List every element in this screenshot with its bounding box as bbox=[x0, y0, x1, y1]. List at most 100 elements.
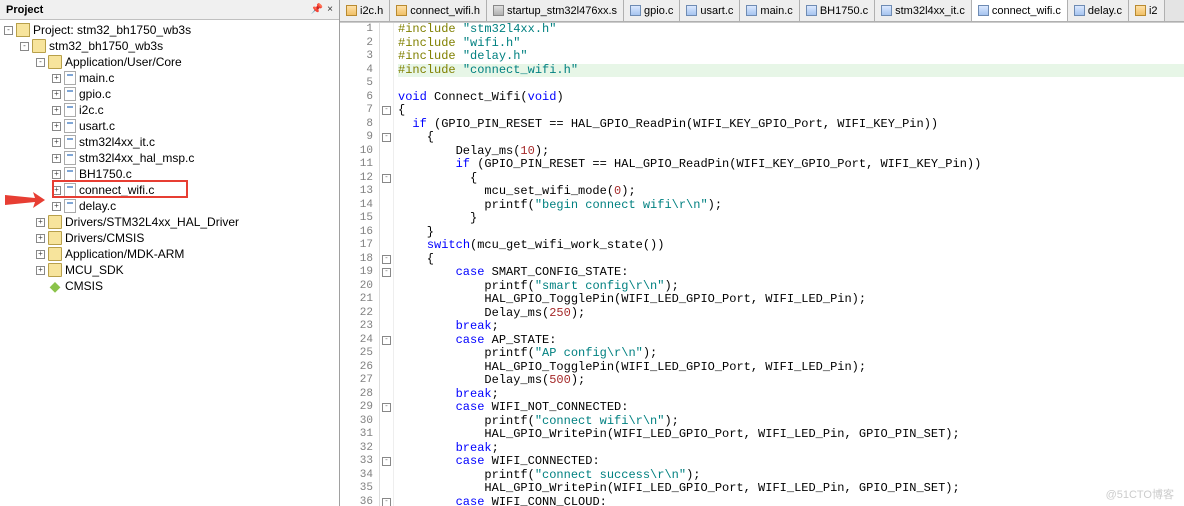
code-line[interactable]: case AP_STATE: bbox=[398, 334, 1184, 348]
tab-gpio-c[interactable]: gpio.c bbox=[624, 0, 680, 21]
code-line[interactable]: case WIFI_CONN_CLOUD: bbox=[398, 496, 1184, 506]
code-line[interactable]: case WIFI_NOT_CONNECTED: bbox=[398, 401, 1184, 415]
expand-icon[interactable]: + bbox=[52, 138, 61, 147]
fold-open-icon[interactable]: - bbox=[382, 403, 391, 412]
code-line[interactable]: case SMART_CONFIG_STATE: bbox=[398, 266, 1184, 280]
fold-column[interactable]: - - - - - - - - - bbox=[380, 23, 394, 506]
tab-bh1750-c[interactable]: BH1750.c bbox=[800, 0, 875, 21]
close-icon[interactable]: × bbox=[327, 4, 333, 15]
expand-icon[interactable]: + bbox=[52, 186, 61, 195]
fold-open-icon[interactable]: - bbox=[382, 498, 391, 506]
code-line[interactable]: #include "connect_wifi.h" bbox=[398, 64, 1184, 78]
tree-item-stm32_bh1750_wb3s[interactable]: -stm32_bh1750_wb3s bbox=[0, 38, 339, 54]
code-line[interactable]: HAL_GPIO_WritePin(WIFI_LED_GPIO_Port, WI… bbox=[398, 428, 1184, 442]
code-line[interactable]: case WIFI_CONNECTED: bbox=[398, 455, 1184, 469]
code-line[interactable]: Delay_ms(500); bbox=[398, 374, 1184, 388]
fold-cell[interactable]: - bbox=[380, 496, 393, 506]
code-line[interactable]: break; bbox=[398, 442, 1184, 456]
tree-item-application-user-core[interactable]: -Application/User/Core bbox=[0, 54, 339, 70]
tree-item-i2c-c[interactable]: +i2c.c bbox=[0, 102, 339, 118]
expand-icon[interactable]: + bbox=[52, 122, 61, 131]
expand-icon[interactable]: + bbox=[36, 218, 45, 227]
code-line[interactable]: HAL_GPIO_WritePin(WIFI_LED_GPIO_Port, WI… bbox=[398, 482, 1184, 496]
code-line[interactable]: #include "delay.h" bbox=[398, 50, 1184, 64]
pin-icon[interactable]: 📌 bbox=[311, 4, 323, 15]
tree-item-delay-c[interactable]: +delay.c bbox=[0, 198, 339, 214]
tree-item-stm32l4xx_hal_msp-c[interactable]: +stm32l4xx_hal_msp.c bbox=[0, 150, 339, 166]
tab-main-c[interactable]: main.c bbox=[740, 0, 799, 21]
fold-open-icon[interactable]: - bbox=[382, 457, 391, 466]
expand-icon[interactable]: + bbox=[52, 154, 61, 163]
tab-connect_wifi-c[interactable]: connect_wifi.c bbox=[972, 0, 1068, 21]
fold-cell[interactable]: - bbox=[380, 131, 393, 145]
fold-open-icon[interactable]: - bbox=[382, 174, 391, 183]
expand-icon[interactable]: + bbox=[52, 170, 61, 179]
fold-cell[interactable]: - bbox=[380, 401, 393, 415]
fold-open-icon[interactable]: - bbox=[382, 106, 391, 115]
tree-item-connect_wifi-c[interactable]: +connect_wifi.c bbox=[0, 182, 339, 198]
expand-icon[interactable]: + bbox=[52, 202, 61, 211]
fold-open-icon[interactable]: - bbox=[382, 255, 391, 264]
code-line[interactable]: Delay_ms(10); bbox=[398, 145, 1184, 159]
project-tree[interactable]: -Project: stm32_bh1750_wb3s-stm32_bh1750… bbox=[0, 20, 339, 506]
expand-icon[interactable]: + bbox=[36, 234, 45, 243]
code-line[interactable]: printf("smart config\r\n"); bbox=[398, 280, 1184, 294]
code-line[interactable]: printf("connect success\r\n"); bbox=[398, 469, 1184, 483]
code-line[interactable]: } bbox=[398, 212, 1184, 226]
code-line[interactable]: printf("AP config\r\n"); bbox=[398, 347, 1184, 361]
code-line[interactable]: mcu_set_wifi_mode(0); bbox=[398, 185, 1184, 199]
tree-item-gpio-c[interactable]: +gpio.c bbox=[0, 86, 339, 102]
tree-item-cmsis[interactable]: ◆CMSIS bbox=[0, 278, 339, 294]
code-line[interactable]: Delay_ms(250); bbox=[398, 307, 1184, 321]
tab-stm32l4xx_it-c[interactable]: stm32l4xx_it.c bbox=[875, 0, 972, 21]
code-line[interactable]: break; bbox=[398, 388, 1184, 402]
fold-open-icon[interactable]: - bbox=[382, 133, 391, 142]
expand-icon[interactable]: + bbox=[36, 250, 45, 259]
code-area[interactable]: #include "stm32l4xx.h"#include "wifi.h"#… bbox=[394, 23, 1184, 506]
tree-item-usart-c[interactable]: +usart.c bbox=[0, 118, 339, 134]
code-line[interactable]: printf("connect wifi\r\n"); bbox=[398, 415, 1184, 429]
code-line[interactable]: printf("begin connect wifi\r\n"); bbox=[398, 199, 1184, 213]
expand-icon[interactable]: + bbox=[52, 74, 61, 83]
tree-item-drivers-stm32l4xx_hal_driver[interactable]: +Drivers/STM32L4xx_HAL_Driver bbox=[0, 214, 339, 230]
tab-connect_wifi-h[interactable]: connect_wifi.h bbox=[390, 0, 487, 21]
fold-cell[interactable]: - bbox=[380, 266, 393, 280]
collapse-icon[interactable]: - bbox=[4, 26, 13, 35]
code-line[interactable]: { bbox=[398, 131, 1184, 145]
code-line[interactable]: { bbox=[398, 253, 1184, 267]
code-line[interactable]: switch(mcu_get_wifi_work_state()) bbox=[398, 239, 1184, 253]
expand-icon[interactable]: + bbox=[52, 90, 61, 99]
code-line[interactable]: { bbox=[398, 172, 1184, 186]
code-line[interactable]: HAL_GPIO_TogglePin(WIFI_LED_GPIO_Port, W… bbox=[398, 361, 1184, 375]
collapse-icon[interactable]: - bbox=[36, 58, 45, 67]
code-line[interactable]: if (GPIO_PIN_RESET == HAL_GPIO_ReadPin(W… bbox=[398, 118, 1184, 132]
tab-delay-c[interactable]: delay.c bbox=[1068, 0, 1129, 21]
tree-item-stm32l4xx_it-c[interactable]: +stm32l4xx_it.c bbox=[0, 134, 339, 150]
code-line[interactable]: if (GPIO_PIN_RESET == HAL_GPIO_ReadPin(W… bbox=[398, 158, 1184, 172]
code-line[interactable]: } bbox=[398, 226, 1184, 240]
code-line[interactable]: HAL_GPIO_TogglePin(WIFI_LED_GPIO_Port, W… bbox=[398, 293, 1184, 307]
tree-item-mcu_sdk[interactable]: +MCU_SDK bbox=[0, 262, 339, 278]
code-line[interactable]: { bbox=[398, 104, 1184, 118]
tab-i2[interactable]: i2 bbox=[1129, 0, 1165, 21]
code-line[interactable]: void Connect_Wifi(void) bbox=[398, 91, 1184, 105]
collapse-icon[interactable]: - bbox=[20, 42, 29, 51]
fold-open-icon[interactable]: - bbox=[382, 268, 391, 277]
tree-item-main-c[interactable]: +main.c bbox=[0, 70, 339, 86]
tree-item-drivers-cmsis[interactable]: +Drivers/CMSIS bbox=[0, 230, 339, 246]
fold-cell[interactable]: - bbox=[380, 253, 393, 267]
fold-cell[interactable]: - bbox=[380, 455, 393, 469]
fold-open-icon[interactable]: - bbox=[382, 336, 391, 345]
fold-cell[interactable]: - bbox=[380, 104, 393, 118]
tree-item-project-stm32_bh1750_wb3s[interactable]: -Project: stm32_bh1750_wb3s bbox=[0, 22, 339, 38]
code-line[interactable]: #include "stm32l4xx.h" bbox=[398, 23, 1184, 37]
code-line[interactable]: break; bbox=[398, 320, 1184, 334]
tab-i2c-h[interactable]: i2c.h bbox=[340, 0, 390, 21]
expand-icon[interactable]: + bbox=[52, 106, 61, 115]
tree-item-bh1750-c[interactable]: +BH1750.c bbox=[0, 166, 339, 182]
code-line[interactable] bbox=[398, 77, 1184, 91]
tab-usart-c[interactable]: usart.c bbox=[680, 0, 740, 21]
tab-startup_stm32l476xx-s[interactable]: startup_stm32l476xx.s bbox=[487, 0, 624, 21]
expand-icon[interactable]: + bbox=[36, 266, 45, 275]
fold-cell[interactable]: - bbox=[380, 334, 393, 348]
